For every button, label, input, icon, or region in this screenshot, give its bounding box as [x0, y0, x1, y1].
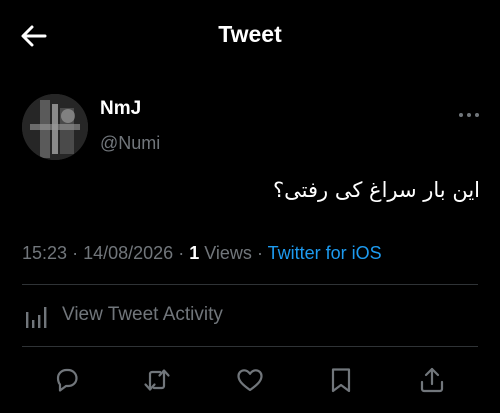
author-display-name[interactable]: NmJ: [100, 98, 141, 120]
divider: [22, 284, 478, 285]
view-tweet-activity-button[interactable]: View Tweet Activity: [22, 300, 322, 334]
author-handle[interactable]: @Numi: [100, 133, 160, 154]
tweet-metadata: 15:23 · 14/08/2026 · 1 Views · Twitter f…: [22, 243, 382, 264]
like-button[interactable]: [235, 365, 265, 395]
page-title: Tweet: [218, 21, 282, 47]
view-tweet-activity-label: View Tweet Activity: [62, 304, 223, 325]
tweet-date: 14/08/2026: [83, 243, 174, 263]
tweet-source-link[interactable]: Twitter for iOS: [268, 243, 382, 263]
bookmark-button[interactable]: [326, 365, 356, 395]
more-horizontal-icon: [459, 113, 479, 117]
reply-button[interactable]: [52, 365, 82, 395]
divider: [22, 346, 478, 347]
top-bar: Tweet: [0, 0, 500, 70]
meta-separator: ·: [178, 243, 185, 263]
more-options-button[interactable]: [458, 108, 480, 122]
share-icon: [420, 367, 444, 393]
meta-separator: ·: [72, 243, 79, 263]
retweet-button[interactable]: [142, 365, 172, 395]
tweet-time: 15:23: [22, 243, 68, 263]
bar-chart-icon: [26, 307, 47, 328]
share-button[interactable]: [417, 365, 447, 395]
avatar-image: [22, 94, 88, 160]
reply-icon: [56, 368, 78, 392]
tweet-text: این بار سراغ کی رفتی؟: [273, 178, 480, 202]
views-label: Views: [204, 243, 252, 263]
heart-icon: [237, 369, 263, 392]
bookmark-icon: [331, 368, 351, 393]
retweet-icon: [144, 369, 170, 391]
avatar[interactable]: [22, 94, 88, 160]
views-count: 1: [189, 243, 200, 263]
meta-separator: ·: [256, 243, 263, 263]
